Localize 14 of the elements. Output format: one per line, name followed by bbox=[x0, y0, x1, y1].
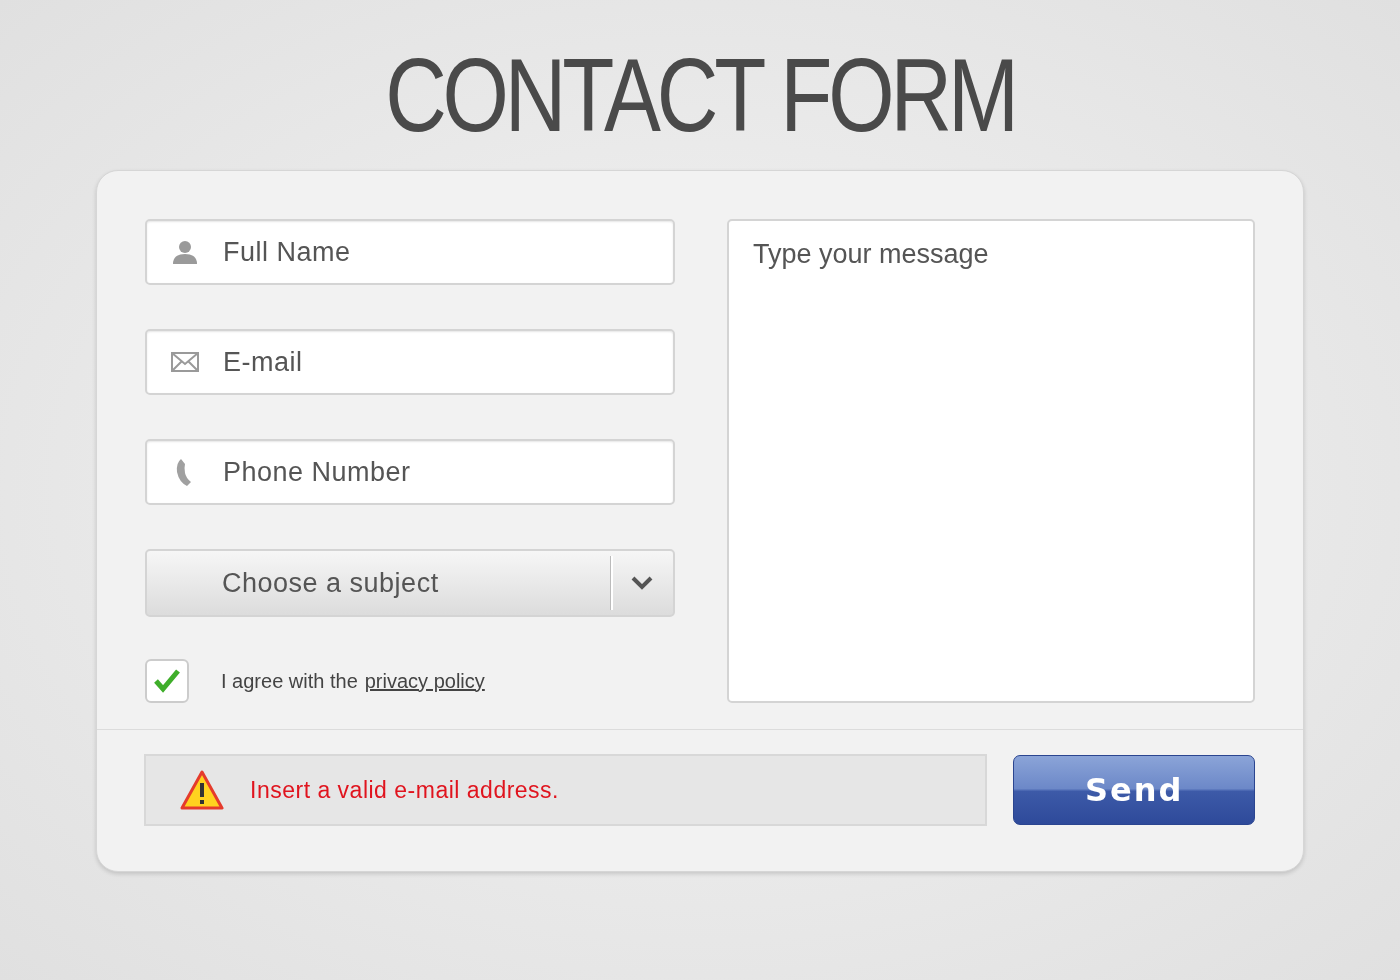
subject-dropdown[interactable]: Choose a subject bbox=[145, 549, 675, 617]
form-title: CONTACT FORM bbox=[385, 40, 1015, 155]
input-field[interactable]: Phone Number bbox=[145, 439, 675, 505]
input-field[interactable]: E-mail bbox=[145, 329, 675, 395]
agree-checkbox[interactable] bbox=[145, 659, 189, 703]
agree-label: I agree with the bbox=[221, 669, 358, 693]
error-text: Insert a valid e-mail address. bbox=[250, 776, 559, 804]
chevron-down-icon bbox=[631, 576, 653, 590]
input-field[interactable]: Full Name bbox=[145, 219, 675, 285]
checkmark-icon bbox=[153, 668, 181, 694]
send-button[interactable]: Send bbox=[1013, 755, 1255, 825]
warning-icon bbox=[180, 770, 224, 810]
message-field[interactable]: Type your message bbox=[727, 219, 1255, 703]
privacy-policy-link[interactable]: privacy policy bbox=[364, 669, 485, 693]
